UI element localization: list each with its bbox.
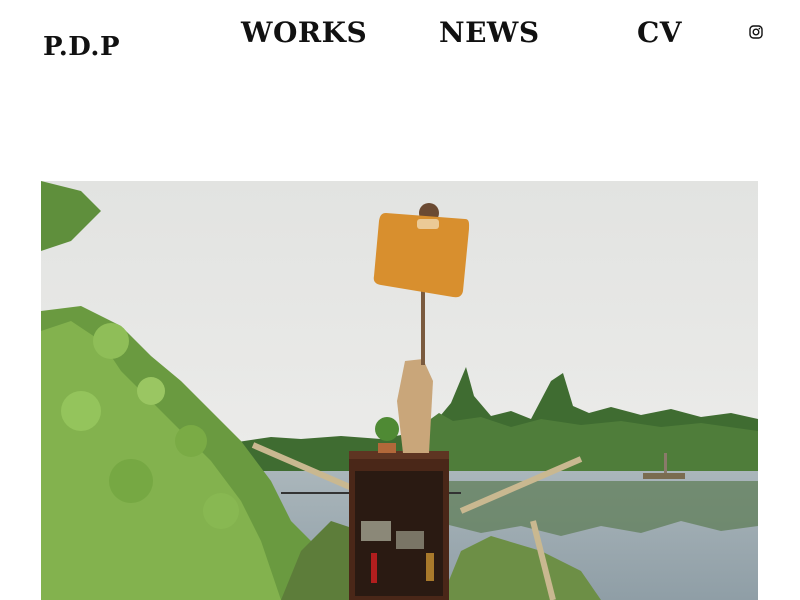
nav-item-news[interactable]: NEWS xyxy=(439,16,540,49)
hero-image[interactable] xyxy=(41,181,758,600)
nav-item-cv[interactable]: CV xyxy=(637,16,682,49)
nav-item-works[interactable]: WORKS xyxy=(241,16,367,49)
instagram-icon[interactable] xyxy=(749,24,763,39)
site-logo[interactable]: P.D.P xyxy=(43,32,120,62)
hero-photo xyxy=(41,181,758,600)
